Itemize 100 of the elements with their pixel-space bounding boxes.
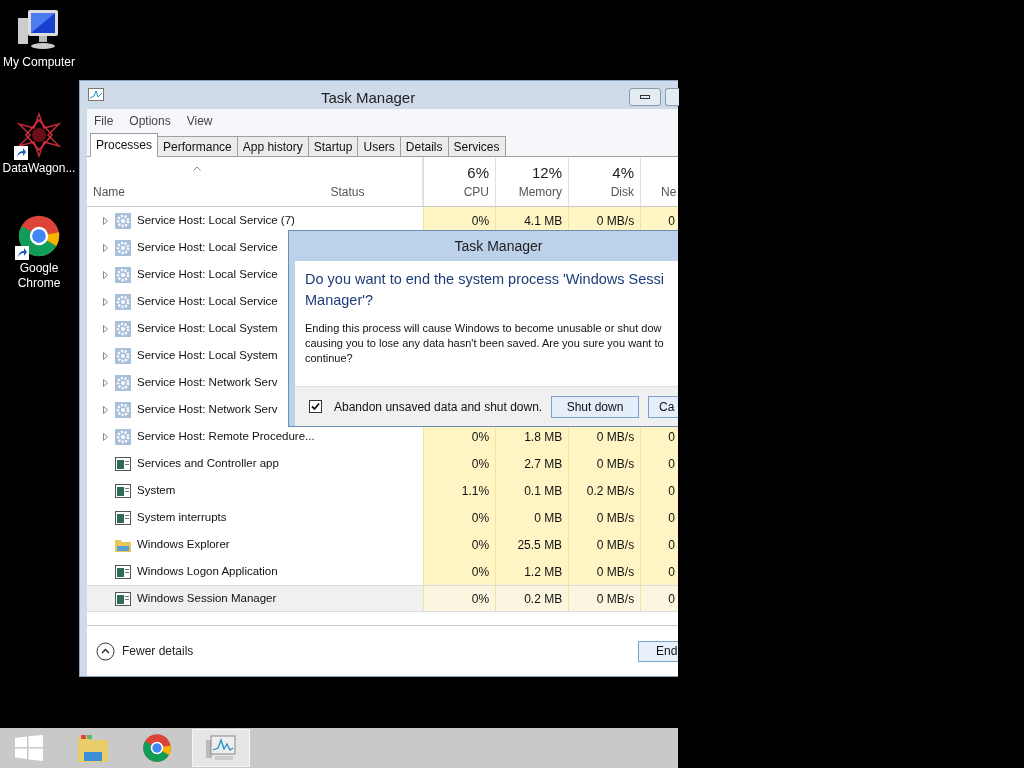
desktop-icon-label[interactable]: Google Chrome [1, 261, 77, 291]
process-name: Service Host: Local Service [137, 293, 278, 309]
table-cell-text: 0 [668, 428, 675, 446]
table-cell-text: 0 MB/s [596, 455, 635, 473]
expand-arrow-icon[interactable] [102, 324, 108, 333]
gear-icon [115, 347, 131, 364]
menu-item[interactable]: Options [129, 112, 171, 130]
column-percent: 4% [612, 163, 634, 183]
tab[interactable]: Details [399, 136, 449, 157]
gear-icon [115, 428, 131, 445]
table-cell-text: 2.7 MB [524, 455, 563, 473]
monitor-chart-icon [205, 734, 237, 762]
table-cell-text: 0% [471, 563, 490, 581]
gear-icon [115, 374, 131, 391]
desktop-icon-label[interactable]: DataWagon... [1, 161, 77, 176]
chrome-icon [142, 733, 172, 763]
column-percent: 6% [467, 163, 490, 183]
table-cell-text: 25.5 MB [517, 536, 563, 554]
tab[interactable]: Startup [307, 136, 359, 157]
dialog-button[interactable]: Ca [648, 395, 678, 418]
table-cell-text: 0% [471, 536, 490, 554]
checkbox-label[interactable]: Abandon unsaved data and shut down. [334, 397, 543, 416]
checkbox[interactable] [309, 400, 322, 413]
process-name: System [137, 482, 176, 498]
desktop-icon-label[interactable]: My Computer [1, 55, 77, 70]
tab[interactable]: Services [447, 136, 506, 157]
table-cell-text: 0 [668, 509, 675, 527]
tab[interactable]: Processes [90, 133, 159, 157]
table-cell-text: 0.2 MB [524, 590, 563, 608]
table-cell-text: 0 [668, 590, 675, 608]
table-cell-text: 0 [668, 455, 675, 473]
expand-arrow-icon[interactable] [102, 378, 108, 387]
chrome-icon [17, 214, 61, 258]
table-cell-text: 1.1% [461, 482, 490, 500]
process-row[interactable]: Windows Logon Application 0% 1.2 MB 0 MB/s 0 [87, 558, 678, 585]
column-header[interactable]: Status [330, 183, 423, 201]
process-row[interactable]: System interrupts 0% 0 MB 0 MB/s 0 [87, 504, 678, 531]
process-name: Windows Logon Application [137, 563, 278, 579]
dialog-heading: Manager'? [305, 291, 375, 310]
windows-logo-icon [15, 735, 43, 761]
process-row[interactable]: Windows Session Manager 0% 0.2 MB 0 MB/s 0 [87, 585, 678, 612]
process-name: Service Host: Remote Procedure... [137, 428, 315, 444]
dialog-title: Task Manager [454, 236, 543, 256]
process-name: Service Host: Local Service (7) [137, 212, 295, 228]
menu-item[interactable]: File [94, 112, 114, 130]
expand-arrow-icon[interactable] [102, 243, 108, 252]
process-row[interactable]: Services and Controller app 0% 2.7 MB 0 MB/s 0 [87, 450, 678, 477]
window-title: Task Manager [321, 88, 416, 108]
minimize-button[interactable] [629, 88, 661, 106]
column-header[interactable]: CPU [463, 183, 490, 201]
table-cell-text: 0 MB [534, 509, 563, 527]
table-cell-text: 0 [668, 536, 675, 554]
table-cell-text: 0 [668, 212, 675, 230]
column-header[interactable]: Disk [610, 183, 634, 201]
tab[interactable]: Performance [157, 136, 238, 157]
expand-arrow-icon[interactable] [102, 432, 108, 441]
table-cell-text: 4.1 MB [524, 212, 563, 230]
table-cell-text: 0 MB/s [596, 428, 635, 446]
taskbar-button[interactable] [192, 729, 250, 767]
end-task-button[interactable]: End [638, 640, 678, 662]
expand-arrow-icon[interactable] [102, 351, 108, 360]
dialog-button[interactable]: Shut down [551, 395, 639, 418]
expand-arrow-icon[interactable] [102, 297, 108, 306]
table-cell-text: 1.2 MB [524, 563, 563, 581]
column-header[interactable]: Ne [661, 183, 677, 201]
table-cell-text: 0 [668, 563, 675, 581]
window-icon [115, 510, 131, 525]
column-header[interactable]: Name [93, 183, 325, 201]
tab[interactable]: Users [357, 136, 401, 157]
gear-icon [115, 239, 131, 256]
gear-icon [115, 293, 131, 310]
maximize-button[interactable] [665, 88, 679, 106]
column-percent: 12% [532, 163, 562, 183]
process-name: Service Host: Network Serv [137, 401, 278, 417]
process-name: Service Host: Local System [137, 347, 278, 363]
menu-item[interactable]: View [186, 112, 213, 130]
expand-arrow-icon[interactable] [102, 216, 108, 225]
dialog-message: causing you to lose any data hasn't been saved. Are you sure you want to [305, 336, 665, 351]
table-cell-text: 0 MB/s [596, 536, 635, 554]
fewer-details-button[interactable]: Fewer details [96, 641, 194, 661]
process-name: Service Host: Local Service [137, 239, 278, 255]
table-cell-text: 0.1 MB [524, 482, 563, 500]
column-header[interactable]: Memory [518, 183, 562, 201]
window-icon [115, 591, 131, 606]
process-row[interactable]: Windows Explorer 0% 25.5 MB 0 MB/s 0 [87, 531, 678, 558]
gear-icon [115, 266, 131, 283]
table-cell-text: 1.8 MB [524, 428, 563, 446]
tab[interactable]: App history [236, 136, 309, 157]
expand-arrow-icon[interactable] [102, 270, 108, 279]
table-cell-text: 0% [471, 428, 490, 446]
process-name: Service Host: Local Service [137, 266, 278, 282]
table-cell-text: 0.2 MB/s [586, 482, 635, 500]
table-cell-text: 0 MB/s [596, 563, 635, 581]
table-cell-text: 0 MB/s [596, 509, 635, 527]
table-cell-text: 0% [471, 590, 490, 608]
process-row[interactable]: System 1.1% 0.1 MB 0.2 MB/s 0 [87, 477, 678, 504]
table-cell-text: 0 MB/s [596, 212, 635, 230]
table-cell-text: 0 MB/s [596, 590, 635, 608]
process-name: Windows Session Manager [137, 590, 277, 606]
expand-arrow-icon[interactable] [102, 405, 108, 414]
